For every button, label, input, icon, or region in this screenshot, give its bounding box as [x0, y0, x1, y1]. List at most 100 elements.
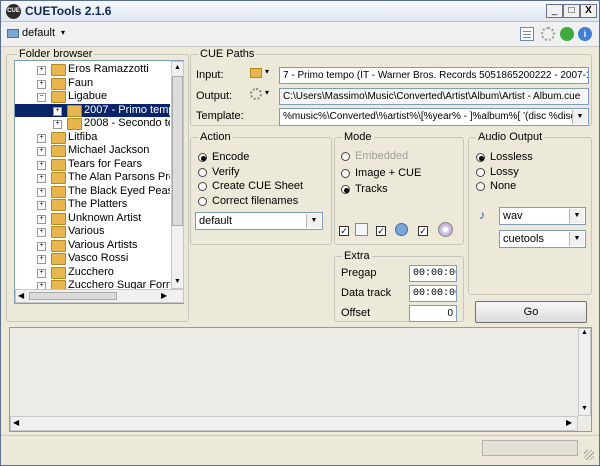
tree-item-label: The Black Eyed Peas	[68, 184, 170, 197]
radio-button[interactable]	[476, 167, 485, 177]
scroll-right-arrow-icon[interactable]: ▶	[161, 290, 167, 302]
radio-button[interactable]	[341, 168, 350, 178]
log-horizontal-scrollbar[interactable]: ◀ ▶	[10, 416, 578, 431]
tree-expander-icon[interactable]: +	[37, 160, 46, 170]
scroll-right-arrow-icon[interactable]: ▶	[566, 418, 572, 427]
tree-item[interactable]: + Zucchero	[15, 266, 170, 279]
output-chevron-icon[interactable]: ▾	[265, 88, 269, 97]
tree-item[interactable]: + Various Artists	[15, 239, 170, 252]
tree-expander-icon[interactable]: +	[37, 133, 46, 143]
log-window-icon[interactable]	[520, 27, 534, 41]
go-button[interactable]: Go	[475, 301, 587, 323]
tree-vertical-scrollbar[interactable]: ▲ ▼	[171, 61, 184, 289]
resize-grip-icon[interactable]	[584, 450, 594, 460]
tree-item[interactable]: + Unknown Artist	[15, 212, 170, 225]
scroll-down-arrow-icon[interactable]: ▼	[579, 405, 590, 412]
tree-item[interactable]: + The Black Eyed Peas	[15, 185, 170, 198]
log-vertical-scrollbar[interactable]: ▲ ▼	[578, 328, 591, 416]
folder-tree[interactable]: + Eros Ramazzotti + Faun − Ligabue +2007 - Pri…	[14, 60, 184, 304]
tree-item[interactable]: + Faun	[15, 77, 170, 90]
settings-gear-icon[interactable]	[541, 27, 555, 41]
tree-expander-icon[interactable]: +	[53, 120, 62, 129]
tree-item[interactable]: + Eros Ramazzotti	[15, 63, 170, 76]
radio-button[interactable]	[198, 182, 207, 191]
tree-expander-icon[interactable]: +	[37, 214, 46, 224]
cd-checkbox[interactable]: ✓	[418, 226, 428, 236]
folder-icon	[51, 199, 66, 211]
radio-button[interactable]	[198, 167, 207, 177]
accurate-rip-checkbox[interactable]: ✓	[376, 226, 386, 236]
audio-encoder-dropdown[interactable]: cuetools ▼	[499, 230, 586, 248]
tree-item[interactable]: − Ligabue	[15, 90, 170, 103]
pregap-field[interactable]: 00:00:00	[409, 265, 457, 282]
tree-expander-icon[interactable]: +	[53, 106, 62, 116]
input-path-field[interactable]: 7 - Primo tempo (IT - Warner Bros. Recor…	[279, 67, 589, 84]
maximize-button[interactable]: □	[563, 4, 580, 18]
scroll-down-arrow-icon[interactable]: ▼	[172, 276, 183, 287]
tree-item[interactable]: + The Alan Parsons Project	[15, 171, 170, 184]
action-script-dropdown[interactable]: default ▼	[195, 212, 323, 230]
tree-item[interactable]: + Michael Jackson	[15, 144, 170, 157]
tree-expander-icon[interactable]: +	[37, 66, 46, 75]
folder-icon	[51, 131, 66, 144]
tree-item[interactable]: + Litfiba	[15, 131, 170, 144]
scroll-up-arrow-icon[interactable]: ▲	[579, 329, 590, 336]
scroll-up-arrow-icon[interactable]: ▲	[172, 62, 183, 73]
tree-item[interactable]: +2008 - Secondo temp	[15, 117, 170, 130]
tree-hscroll-thumb[interactable]	[29, 292, 117, 300]
data-track-field[interactable]: 00:00:00	[409, 285, 457, 302]
scroll-left-arrow-icon[interactable]: ◀	[13, 418, 19, 427]
tree-item[interactable]: + The Platters	[15, 198, 170, 211]
tree-expander-icon[interactable]: +	[37, 147, 46, 156]
tree-item-label: 2008 - Secondo temp	[84, 117, 170, 129]
audio-encoder-value: cuetools	[503, 233, 544, 245]
scroll-left-arrow-icon[interactable]: ◀	[18, 290, 24, 302]
tree-item[interactable]: + Vasco Rossi	[15, 252, 170, 265]
tree-expander-icon[interactable]: +	[37, 255, 46, 264]
output-path-field[interactable]: C:\Users\Massimo\Music\Converted\Artist\…	[279, 88, 589, 105]
edit-tags-icon[interactable]	[355, 223, 368, 236]
folder-icon	[51, 226, 66, 238]
tree-item-label: Faun	[68, 76, 94, 89]
tree-expander-icon[interactable]: +	[37, 268, 46, 278]
output-settings-gear-icon[interactable]	[250, 88, 262, 100]
tree-item-label: Zucchero	[68, 265, 114, 278]
audio-format-dropdown[interactable]: wav ▼	[499, 207, 586, 225]
radio-button[interactable]	[198, 196, 207, 206]
tree-item-label: 2007 - Primo tempo (I	[84, 103, 170, 116]
accuraterip-icon[interactable]	[395, 223, 408, 236]
log-textarea[interactable]: ▲ ▼ ◀ ▶	[9, 327, 592, 432]
hdcd-checkbox[interactable]: ✓	[339, 226, 349, 236]
tree-expander-icon[interactable]: +	[37, 174, 46, 183]
template-dropdown[interactable]: %music%\Converted\%artist%\[%year% - ]%a…	[279, 108, 589, 126]
tree-item-label: Various	[68, 225, 105, 237]
radio-button[interactable]	[476, 182, 485, 191]
tree-expander-icon[interactable]: +	[37, 228, 46, 237]
tree-horizontal-scrollbar[interactable]: ◀ ▶	[15, 289, 184, 303]
cd-disc-icon[interactable]	[438, 222, 453, 237]
tree-item[interactable]: +2007 - Primo tempo (I	[15, 103, 170, 117]
close-button[interactable]: X	[580, 4, 597, 18]
tree-expander-icon[interactable]: +	[37, 201, 46, 210]
folder-icon	[67, 104, 82, 117]
tree-item[interactable]: + Tears for Fears	[15, 158, 170, 171]
tree-item[interactable]: + Various	[15, 225, 170, 238]
folder-icon	[51, 145, 66, 157]
info-icon[interactable]: i	[578, 27, 592, 41]
tree-scroll-thumb[interactable]	[172, 76, 183, 226]
browse-folder-icon[interactable]	[250, 68, 262, 78]
radio-button[interactable]	[341, 152, 350, 161]
profile-dropdown[interactable]: default ▾	[7, 27, 71, 42]
tree-expander-icon[interactable]: −	[37, 93, 46, 102]
input-browse-chevron-icon[interactable]: ▾	[265, 67, 269, 76]
minimize-button[interactable]: _	[546, 4, 563, 18]
tree-expander-icon[interactable]: +	[37, 241, 46, 251]
data-track-label: Data track	[341, 287, 392, 299]
offset-field[interactable]: 0	[409, 305, 457, 322]
tree-expander-icon[interactable]: +	[37, 187, 46, 197]
radio-button[interactable]	[198, 153, 207, 162]
tree-expander-icon[interactable]: +	[37, 79, 46, 89]
radio-button[interactable]	[476, 153, 485, 162]
green-circle-icon[interactable]	[560, 27, 574, 41]
radio-button[interactable]	[341, 185, 350, 194]
